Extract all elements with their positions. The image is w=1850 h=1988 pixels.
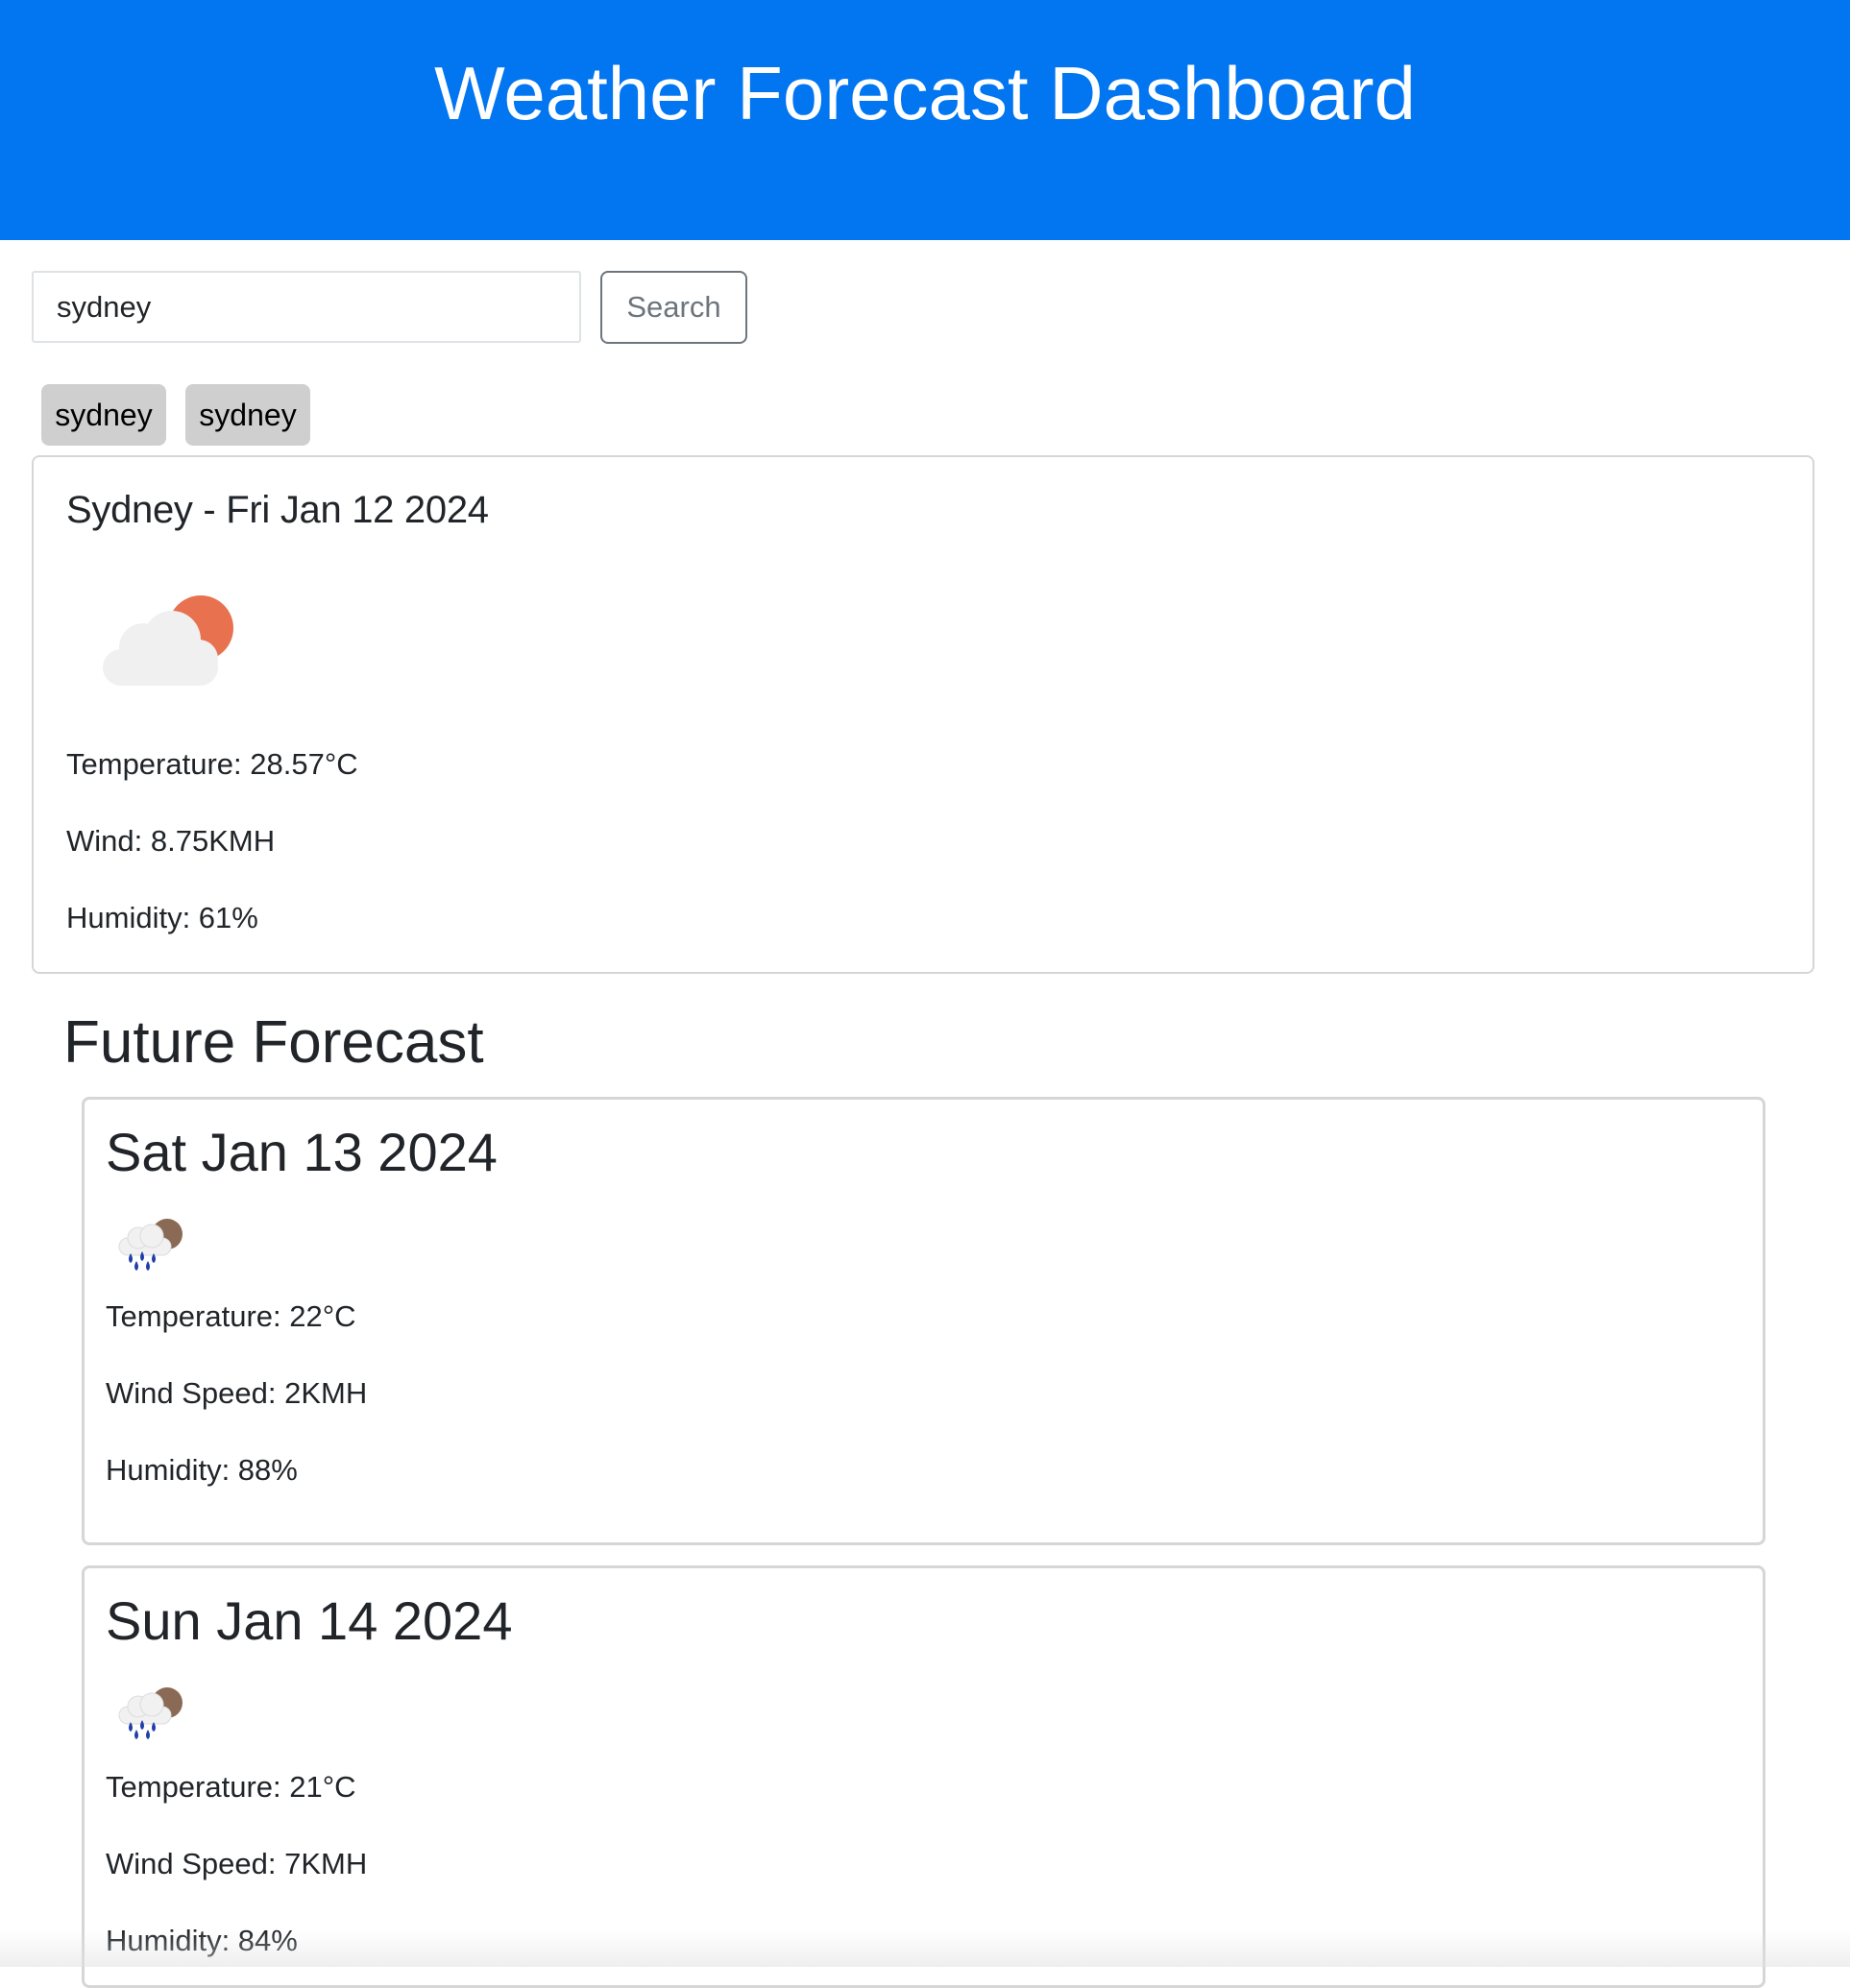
current-humidity: Humidity: 61% [66,901,258,934]
rain-icon [118,1687,183,1739]
city-search-input[interactable] [32,271,581,343]
history-item-sydney-2[interactable]: sydney [185,384,310,446]
forecast-humidity: Humidity: 88% [106,1453,298,1487]
search-button[interactable]: Search [600,271,747,344]
page-header: Weather Forecast Dashboard [0,0,1850,240]
forecast-card: Sun Jan 14 2024 Temperature: 21°C Wind S… [82,1565,1765,1988]
forecast-temperature: Temperature: 21°C [106,1770,356,1804]
rain-icon [118,1219,183,1271]
history-item-sydney-1[interactable]: sydney [41,384,166,446]
current-wind: Wind: 8.75KMH [66,824,276,858]
forecast-date: Sat Jan 13 2024 [106,1122,498,1182]
forecast-date: Sun Jan 14 2024 [106,1590,513,1651]
forecast-wind-speed: Wind Speed: 2KMH [106,1376,368,1410]
current-weather-card: Sydney - Fri Jan 12 2024 Temperature: 28… [32,455,1814,974]
forecast-card: Sat Jan 13 2024 Temperature: 22°C Wind S… [82,1097,1765,1545]
forecast-temperature: Temperature: 22°C [106,1299,356,1333]
current-temperature: Temperature: 28.57°C [66,747,358,781]
partly-cloudy-day-icon [103,595,233,686]
current-weather-title: Sydney - Fri Jan 12 2024 [66,489,489,531]
forecast-humidity: Humidity: 84% [106,1924,298,1957]
forecast-wind-speed: Wind Speed: 7KMH [106,1847,368,1880]
future-forecast-heading: Future Forecast [63,1009,484,1076]
page-title: Weather Forecast Dashboard [434,51,1416,135]
